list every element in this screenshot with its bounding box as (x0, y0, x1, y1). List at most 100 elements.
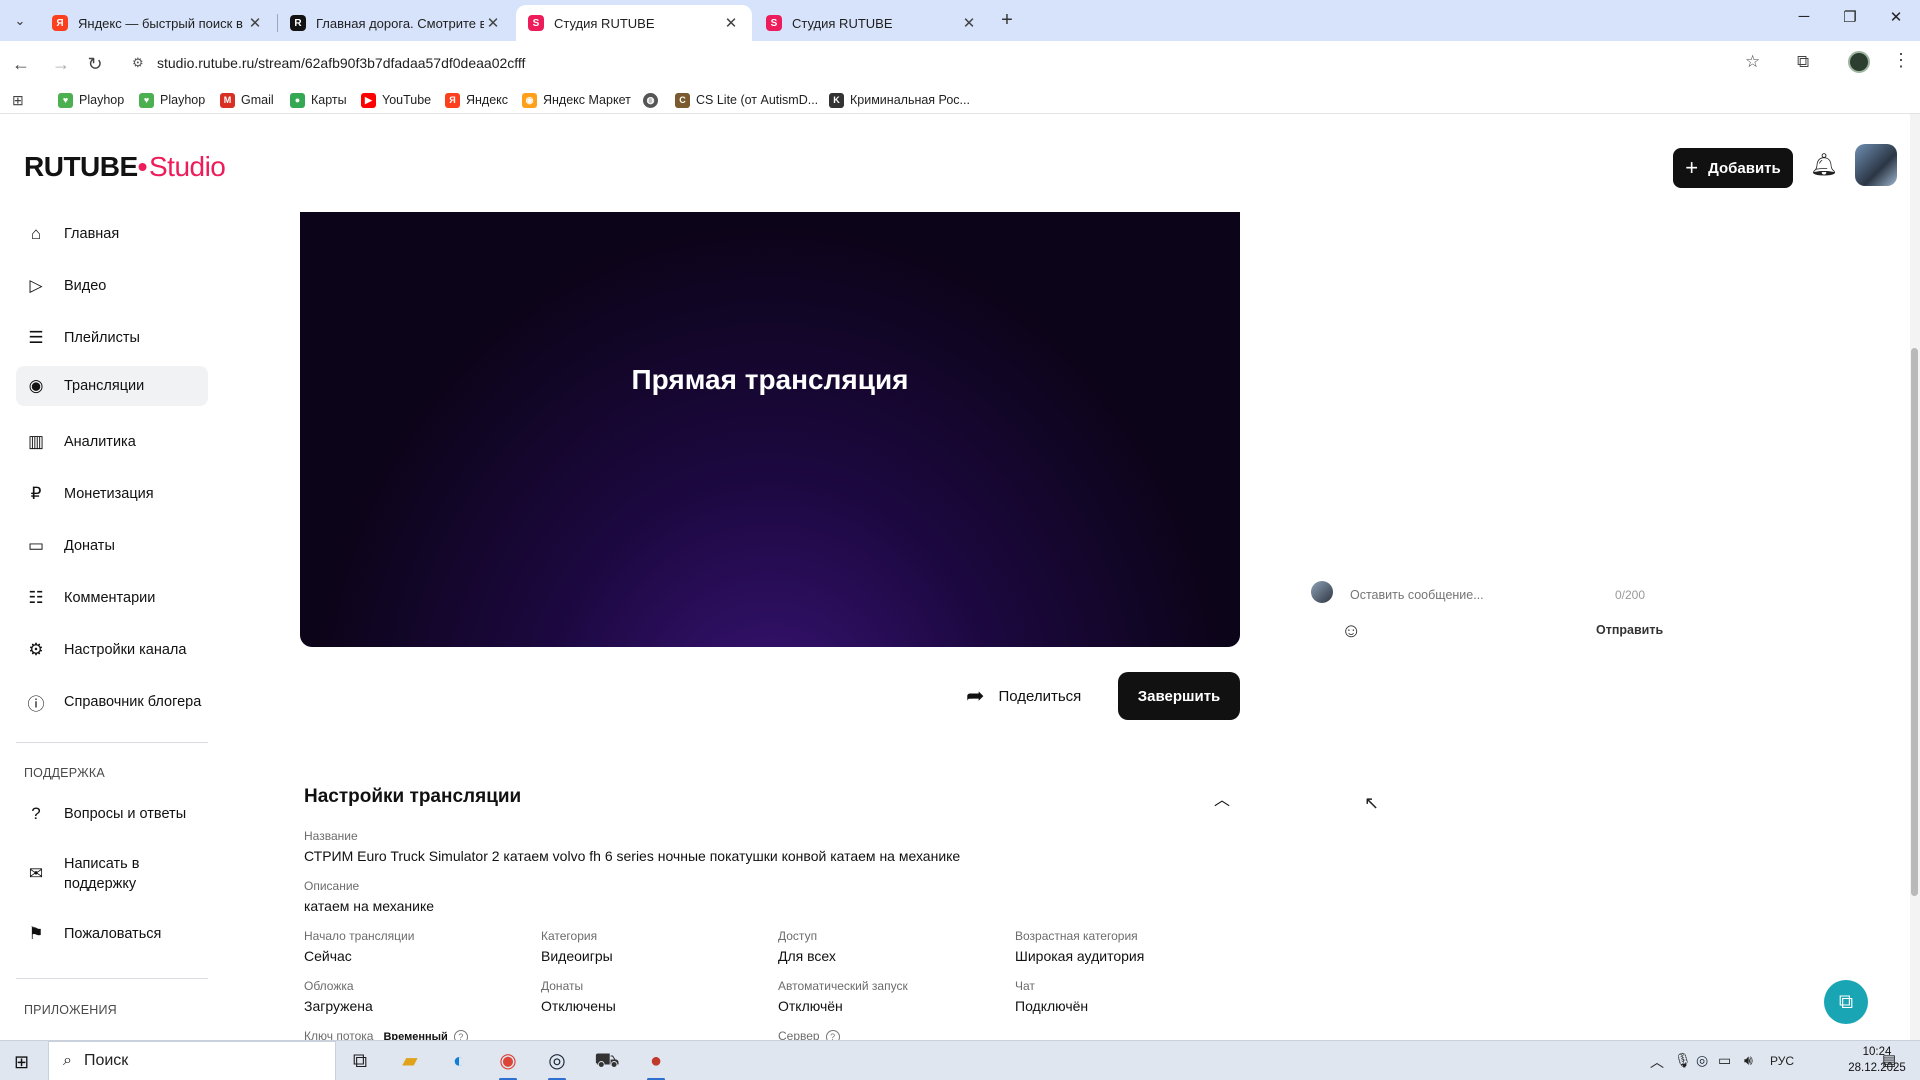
cover-label: Обложка (304, 979, 354, 993)
omnibox[interactable]: ⚙ studio.rutube.ru/stream/62afb90f3b7dfa… (122, 46, 1762, 80)
gmail-icon: M (220, 92, 235, 108)
browser-tab-2[interactable]: R Главная дорога. Смотрите ви ✕ (278, 5, 514, 41)
steam-tray-icon[interactable]: ◎ (1696, 1052, 1708, 1069)
url-text[interactable]: studio.rutube.ru/stream/62afb90f3b7dfada… (157, 55, 525, 71)
wallet-icon: ▭ (27, 536, 45, 555)
sidebar-item-channel-settings[interactable]: ⚙ Настройки канала (16, 632, 208, 668)
bookmark-label: Gmail (241, 93, 274, 107)
truck-game-icon[interactable]: ⛟ (592, 1047, 622, 1075)
sidebar-item-video[interactable]: ▷ Видео (16, 268, 208, 304)
bookmark-yandex-market[interactable]: ◉ Яндекс Маркет (522, 90, 631, 110)
microphone-icon[interactable]: 🎙︎ (1674, 1052, 1692, 1069)
sidebar-item-broadcasts[interactable]: ◉ Трансляции (16, 366, 208, 406)
send-message-button[interactable]: Отправить (1596, 623, 1663, 637)
restore-icon[interactable]: ❐ (1830, 8, 1870, 32)
bookmark-maps[interactable]: ● Карты (290, 90, 347, 110)
playhop-icon: ♥ (139, 92, 154, 108)
sidebar-item-comments[interactable]: ☷ Комментарии (16, 580, 208, 616)
tab-title: Яндекс — быстрый поиск в и (78, 15, 246, 31)
browser-tab-4[interactable]: S Студия RUTUBE ✕ (754, 5, 990, 41)
tab-close-icon[interactable]: ✕ (484, 14, 502, 32)
bookmark-crime[interactable]: K Криминальная Рос... (829, 90, 970, 110)
bookmark-cs-lite[interactable]: C CS Lite (от AutismD... (675, 90, 818, 110)
extensions-puzzle-icon[interactable]: ⧉ (1797, 52, 1809, 72)
network-icon[interactable]: ▭ (1718, 1052, 1731, 1069)
sidebar-item-home[interactable]: ⌂ Главная (16, 216, 208, 252)
reload-icon[interactable]: ↻ (82, 51, 108, 77)
sidebar-item-monetization[interactable]: ₽ Монетизация (16, 476, 208, 512)
new-tab-plus-icon[interactable]: + (994, 8, 1020, 34)
sidebar-item-label: Донаты (64, 538, 115, 554)
steam-icon[interactable]: ◎ (542, 1047, 572, 1080)
window-close-icon[interactable]: ✕ (1876, 8, 1916, 32)
question-icon: ? (31, 804, 41, 823)
obs-icon[interactable]: ● (641, 1047, 671, 1080)
bookmark-star-icon[interactable]: ☆ (1745, 52, 1760, 72)
live-stream-player[interactable]: Прямая трансляция (300, 212, 1240, 647)
minimize-icon[interactable]: ─ (1784, 8, 1824, 32)
sidebar-item-label: Справочник блогера (64, 694, 202, 710)
browser-tab-3-active[interactable]: S Студия RUTUBE ✕ (516, 5, 752, 41)
volume-icon[interactable]: 🔊︎ (1744, 1052, 1753, 1069)
sidebar-item-playlists[interactable]: ☰ Плейлисты (16, 320, 208, 356)
address-toolbar: ← → ↻ ⚙ studio.rutube.ru/stream/62afb90f… (0, 41, 1920, 86)
back-arrow-icon[interactable]: ← (8, 51, 34, 77)
clock-time: 10:24 (1862, 1046, 1892, 1058)
chrome-icon[interactable]: ◉ (493, 1047, 523, 1080)
tab-close-icon[interactable]: ✕ (722, 14, 740, 32)
bookmark-playhop-1[interactable]: ♥ Playhop (58, 90, 124, 110)
sidebar-item-report[interactable]: ⚑ Пожаловаться (16, 916, 208, 952)
channel-avatar[interactable] (1855, 144, 1897, 186)
bookmark-gmail[interactable]: M Gmail (220, 90, 274, 110)
name-label: Название (304, 829, 358, 843)
share-button[interactable]: ➦ Поделиться (966, 678, 1081, 714)
browser-tab-bar: ⌄ Я Яндекс — быстрый поиск в и ✕ R Главн… (0, 0, 1920, 41)
notification-center-icon[interactable]: ▤ (1882, 1051, 1896, 1069)
support-chat-fab[interactable]: ⧉ (1824, 980, 1868, 1024)
sidebar-item-donations[interactable]: ▭ Донаты (16, 528, 208, 564)
sidebar-item-label: Монетизация (64, 486, 154, 502)
category-value: Видеоигры (541, 948, 613, 964)
tab-close-icon[interactable]: ✕ (246, 14, 264, 32)
bookmark-globe[interactable]: ◍ (643, 90, 664, 110)
taskbar-search[interactable]: ⌕ Поиск (48, 1041, 336, 1080)
apps-grid-icon[interactable]: ⊞ (12, 92, 24, 109)
chevron-up-icon[interactable]: ︿ (1214, 786, 1230, 810)
windows-start-icon[interactable]: ⊞ (14, 1052, 29, 1073)
taskbar-clock[interactable]: 10:24 28.12.2025 (1842, 1044, 1912, 1076)
forward-arrow-icon[interactable]: → (48, 51, 74, 77)
add-button[interactable]: + Добавить (1673, 148, 1793, 188)
bookmark-youtube[interactable]: ▶ YouTube (361, 90, 431, 110)
tab-search-dropdown-icon[interactable]: ⌄ (8, 9, 32, 33)
scrollbar-thumb[interactable] (1911, 348, 1918, 896)
emoji-icon[interactable]: ☺ (1341, 620, 1361, 643)
sidebar-item-label: Пожаловаться (64, 926, 162, 942)
tab-close-icon[interactable]: ✕ (960, 14, 978, 32)
playlists-icon: ☰ (28, 328, 44, 347)
sidebar-item-write-support[interactable]: ✉ Написать в поддержку (16, 850, 208, 898)
bookmark-playhop-2[interactable]: ♥ Playhop (139, 90, 205, 110)
info-icon: ⓘ (27, 694, 45, 714)
chat-message-input[interactable] (1350, 588, 1610, 602)
edge-icon[interactable]: ◐ (444, 1047, 474, 1075)
browser-menu-icon[interactable]: ⋮ (1892, 50, 1910, 71)
sidebar-item-label: Плейлисты (64, 330, 140, 346)
site-settings-icon[interactable]: ⚙ (132, 55, 144, 71)
sidebar-item-blogger-guide[interactable]: ⓘ Справочник блогера (16, 684, 208, 720)
bookmark-yandex[interactable]: Я Яндекс (445, 90, 508, 110)
sidebar-item-faq[interactable]: ? Вопросы и ответы (16, 796, 208, 832)
sidebar-divider (16, 978, 208, 979)
file-explorer-icon[interactable]: ▰ (395, 1047, 425, 1075)
rutube-studio-logo[interactable]: RUTUBE•Studio (24, 151, 226, 183)
finish-stream-button[interactable]: Завершить (1118, 672, 1240, 720)
notifications-bell-icon[interactable]: 🔔︎ (1810, 152, 1838, 178)
profile-avatar[interactable] (1848, 51, 1870, 73)
sidebar-item-label: Главная (64, 226, 120, 242)
language-indicator[interactable]: РУС (1770, 1054, 1794, 1068)
analytics-icon: ▥ (27, 432, 45, 451)
task-view-icon[interactable]: ⧉ (345, 1047, 375, 1075)
clock-date: 28.12.2025 (1848, 1062, 1906, 1074)
sidebar-item-analytics[interactable]: ▥ Аналитика (16, 424, 208, 460)
browser-tab-1[interactable]: Я Яндекс — быстрый поиск в и ✕ (40, 5, 276, 41)
tray-overflow-icon[interactable]: ︿ (1650, 1052, 1664, 1072)
